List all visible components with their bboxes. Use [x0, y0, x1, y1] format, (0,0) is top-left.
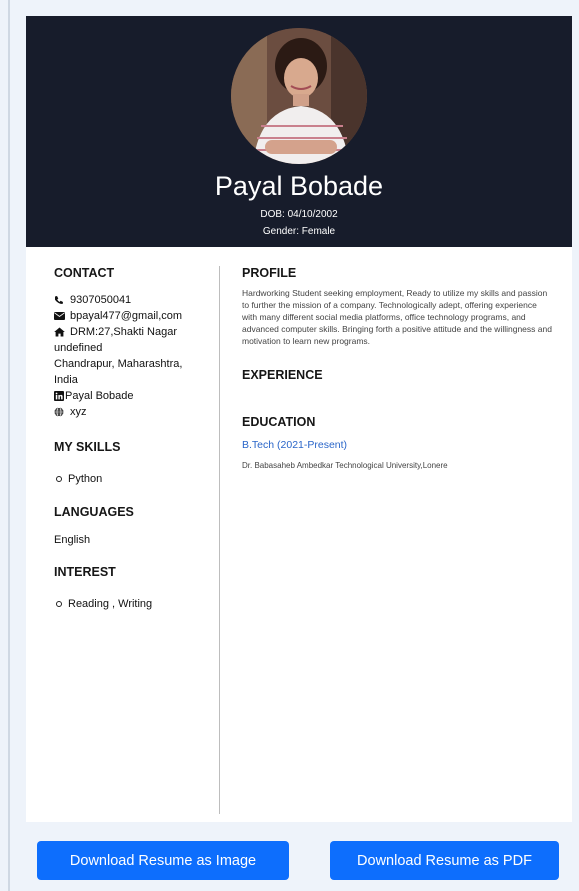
- full-name: Payal Bobade: [214, 171, 384, 201]
- contact-address: DRM:27,Shakti Nagar: [54, 324, 214, 340]
- skills-title: MY SKILLS: [54, 440, 121, 454]
- interest-title: INTEREST: [54, 565, 116, 579]
- right-column: PROFILE Hardworking Student seeking empl…: [242, 263, 552, 472]
- resume-header: Payal Bobade DOB: 04/10/2002 Gender: Fem…: [26, 16, 572, 247]
- linkedin-name: Payal Bobade: [65, 390, 134, 402]
- language-item: English: [54, 534, 91, 546]
- contact-phone: 9307050041: [54, 292, 214, 308]
- address-line-2: undefined: [54, 342, 103, 354]
- profile-title: PROFILE: [242, 266, 297, 280]
- website-text: xyz: [70, 406, 87, 418]
- address-line-4: India: [54, 374, 78, 386]
- experience-title: EXPERIENCE: [242, 367, 323, 382]
- education-university: Dr. Babasaheb Ambedkar Technological Uni…: [242, 460, 448, 470]
- email-address: bpayal477@gmail,com: [70, 310, 183, 322]
- education-title: EDUCATION: [242, 414, 316, 429]
- address-line-1: DRM:27,Shakti Nagar: [70, 326, 177, 338]
- profile-text: Hardworking Student seeking employment, …: [242, 288, 552, 346]
- skill-item: Python: [54, 471, 214, 487]
- globe-icon: [54, 404, 66, 420]
- home-icon: [54, 324, 66, 340]
- download-image-button[interactable]: Download Resume as Image: [37, 841, 289, 880]
- address-line-3: Chandrapur, Maharashtra,: [54, 358, 183, 370]
- envelope-icon: [54, 308, 66, 324]
- resume-card: Payal Bobade DOB: 04/10/2002 Gender: Fem…: [26, 16, 572, 822]
- contact-website[interactable]: xyz: [54, 404, 214, 420]
- contact-email: bpayal477@gmail,com: [54, 308, 214, 324]
- page-edge: [8, 0, 10, 891]
- column-divider: [219, 266, 220, 814]
- download-pdf-button[interactable]: Download Resume as PDF: [330, 841, 559, 880]
- interest-item: Reading , Writing: [54, 596, 214, 612]
- contact-title: CONTACT: [54, 266, 115, 280]
- phone-icon: [54, 292, 66, 308]
- linkedin-icon: [54, 388, 64, 404]
- left-column: CONTACT 9307050041 bpayal477@gmail,com D…: [54, 263, 214, 612]
- profile-photo: [231, 28, 367, 164]
- date-of-birth: DOB: 04/10/2002: [260, 209, 338, 220]
- contact-linkedin[interactable]: Payal Bobade: [54, 388, 214, 404]
- gender: Gender: Female: [262, 226, 336, 237]
- phone-number: 9307050041: [70, 294, 132, 306]
- education-degree: B.Tech (2021-Present): [242, 438, 348, 451]
- languages-title: LANGUAGES: [54, 505, 134, 519]
